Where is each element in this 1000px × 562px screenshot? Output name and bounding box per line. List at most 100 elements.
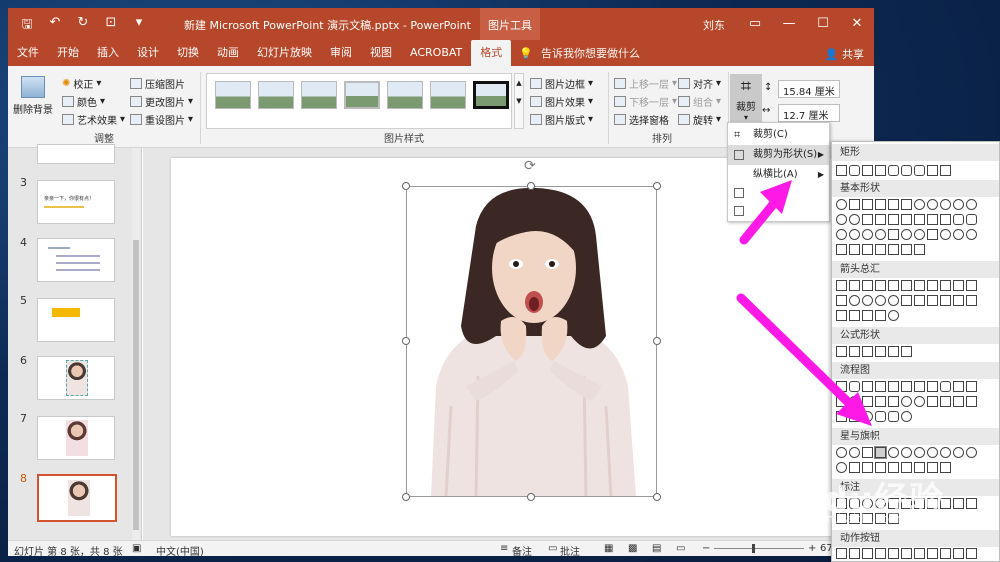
slides-scrollbar[interactable] xyxy=(132,148,140,540)
diagonal-stripe-shape[interactable] xyxy=(914,214,925,225)
minimize-icon[interactable]: — xyxy=(772,8,806,40)
tab-view[interactable]: 视图 xyxy=(361,40,401,66)
menu-item-fill[interactable] xyxy=(728,183,829,203)
flowchart-delay-shape[interactable] xyxy=(849,411,860,422)
flowchart-connector-shape[interactable] xyxy=(849,396,860,407)
can-shape[interactable] xyxy=(953,214,964,225)
5-point-star-shape[interactable] xyxy=(874,446,887,459)
flowchart-sort-shape[interactable] xyxy=(940,396,951,407)
picture-effects-button[interactable]: 图片效果 ▾ xyxy=(530,94,593,109)
reading-view-icon[interactable]: ▤ xyxy=(652,543,661,554)
resize-handle[interactable] xyxy=(402,493,410,501)
left-right-arrow-shape[interactable] xyxy=(888,280,899,291)
picture-style-5[interactable] xyxy=(387,81,423,109)
slide-thumbnail-5[interactable] xyxy=(37,298,115,342)
right-bracket-shape[interactable] xyxy=(888,244,899,255)
flowchart-terminator-shape[interactable] xyxy=(940,381,951,392)
minus-shape[interactable] xyxy=(849,346,860,357)
flowchart-summing-junction-shape[interactable] xyxy=(901,396,912,407)
teardrop-shape[interactable] xyxy=(862,214,873,225)
picture-style-3[interactable] xyxy=(301,81,337,109)
chevron-shape[interactable] xyxy=(940,295,951,306)
flowchart-stored-data-shape[interactable] xyxy=(836,411,847,422)
rotate-button[interactable]: 旋转 ▾ xyxy=(678,112,721,127)
flowchart-manual-input-shape[interactable] xyxy=(966,381,977,392)
resize-handle[interactable] xyxy=(653,337,661,345)
donut-shape[interactable] xyxy=(849,229,860,240)
24-point-star-shape[interactable] xyxy=(966,447,977,458)
share-button[interactable]: 👤 共享 xyxy=(825,46,864,62)
smiley-face-shape[interactable] xyxy=(901,229,912,240)
decagon-shape[interactable] xyxy=(966,199,977,210)
gallery-scroll[interactable]: ▲ ▼ xyxy=(514,73,524,129)
left-right-arrow-callout-shape[interactable] xyxy=(862,310,873,321)
16-point-star-shape[interactable] xyxy=(953,447,964,458)
left-bracket-shape[interactable] xyxy=(875,244,886,255)
explosion-shape[interactable] xyxy=(836,447,847,458)
normal-view-icon[interactable]: ▦ xyxy=(604,543,613,554)
trapezoid-shape[interactable] xyxy=(888,199,899,210)
resize-handle[interactable] xyxy=(527,182,535,190)
slide-thumbnail-6[interactable] xyxy=(37,356,115,400)
octagon-shape[interactable] xyxy=(953,199,964,210)
comments-button[interactable]: 批注 xyxy=(560,543,580,556)
reset-picture-button[interactable]: 重设图片 ▾ xyxy=(130,112,193,127)
u-turn-arrow-shape[interactable] xyxy=(953,280,964,291)
flowchart-punched-tape-shape[interactable] xyxy=(888,396,899,407)
line-callout-6-shape[interactable] xyxy=(953,498,964,509)
triangle-shape[interactable] xyxy=(849,199,860,210)
redo-icon[interactable]: ↻ xyxy=(74,15,92,37)
color-button[interactable]: 颜色 ▾ xyxy=(62,94,105,109)
flowchart-process-shape[interactable] xyxy=(836,381,847,392)
zoom-slider-thumb[interactable] xyxy=(752,544,755,553)
zoom-in-icon[interactable]: + xyxy=(808,543,816,554)
round-rectangle-shape[interactable] xyxy=(914,165,925,176)
7-point-star-shape[interactable] xyxy=(901,447,912,458)
flowchart-display-shape[interactable] xyxy=(901,411,912,422)
ribbon-display-icon[interactable]: ▭ xyxy=(738,8,772,40)
bent-up-arrow-shape[interactable] xyxy=(836,295,847,306)
picture-style-6[interactable] xyxy=(430,81,466,109)
moon-shape[interactable] xyxy=(953,229,964,240)
slides-scroll-thumb[interactable] xyxy=(133,240,139,530)
round-snip-shape[interactable] xyxy=(888,165,899,176)
half-frame-shape[interactable] xyxy=(888,214,899,225)
down-arrow-shape[interactable] xyxy=(875,280,886,291)
user-name[interactable]: 刘东 xyxy=(703,17,725,33)
flowchart-multidocument-shape[interactable] xyxy=(927,381,938,392)
pentagon-shape[interactable] xyxy=(914,199,925,210)
artistic-effects-button[interactable]: 艺术效果 ▾ xyxy=(62,112,125,127)
picture-style-7[interactable] xyxy=(473,81,509,109)
compress-pictures-button[interactable]: 压缩图片 xyxy=(130,76,185,91)
diamond-shape[interactable] xyxy=(901,199,912,210)
maximize-icon[interactable]: ☐ xyxy=(806,8,840,40)
left-brace-shape[interactable] xyxy=(901,244,912,255)
tab-file[interactable]: 文件 xyxy=(8,40,48,66)
bevel-shape[interactable] xyxy=(836,229,847,240)
rectangle-shape[interactable] xyxy=(836,165,847,176)
selection-pane-button[interactable]: 选择窗格 xyxy=(614,112,669,127)
flowchart-card-shape[interactable] xyxy=(875,396,886,407)
plus-shape[interactable] xyxy=(836,346,847,357)
flowchart-magnetic-disk-shape[interactable] xyxy=(875,411,886,422)
action-return-shape[interactable] xyxy=(914,548,925,559)
action-forward-shape[interactable] xyxy=(849,548,860,559)
sun-shape[interactable] xyxy=(940,229,951,240)
action-end-shape[interactable] xyxy=(875,548,886,559)
pie-shape[interactable] xyxy=(836,214,847,225)
present-icon[interactable]: ⊡ xyxy=(102,15,120,37)
chord-shape[interactable] xyxy=(849,214,860,225)
action-beginning-shape[interactable] xyxy=(862,548,873,559)
tab-review[interactable]: 审阅 xyxy=(321,40,361,66)
tab-transitions[interactable]: 切换 xyxy=(168,40,208,66)
flowchart-document-shape[interactable] xyxy=(914,381,925,392)
flowchart-or-shape[interactable] xyxy=(914,396,925,407)
send-backward-button[interactable]: 下移一层 ▾ xyxy=(614,94,677,109)
height-input[interactable]: 15.84 厘米 xyxy=(778,80,840,98)
save-icon[interactable]: 🖫 xyxy=(18,15,36,37)
rounded-rectangle-shape[interactable] xyxy=(849,165,860,176)
zoom-slider[interactable] xyxy=(714,548,804,549)
bring-forward-button[interactable]: 上移一层 ▾ xyxy=(614,76,677,91)
slide-thumbnail-2[interactable] xyxy=(37,144,115,164)
up-arrow-callout-shape[interactable] xyxy=(849,310,860,321)
